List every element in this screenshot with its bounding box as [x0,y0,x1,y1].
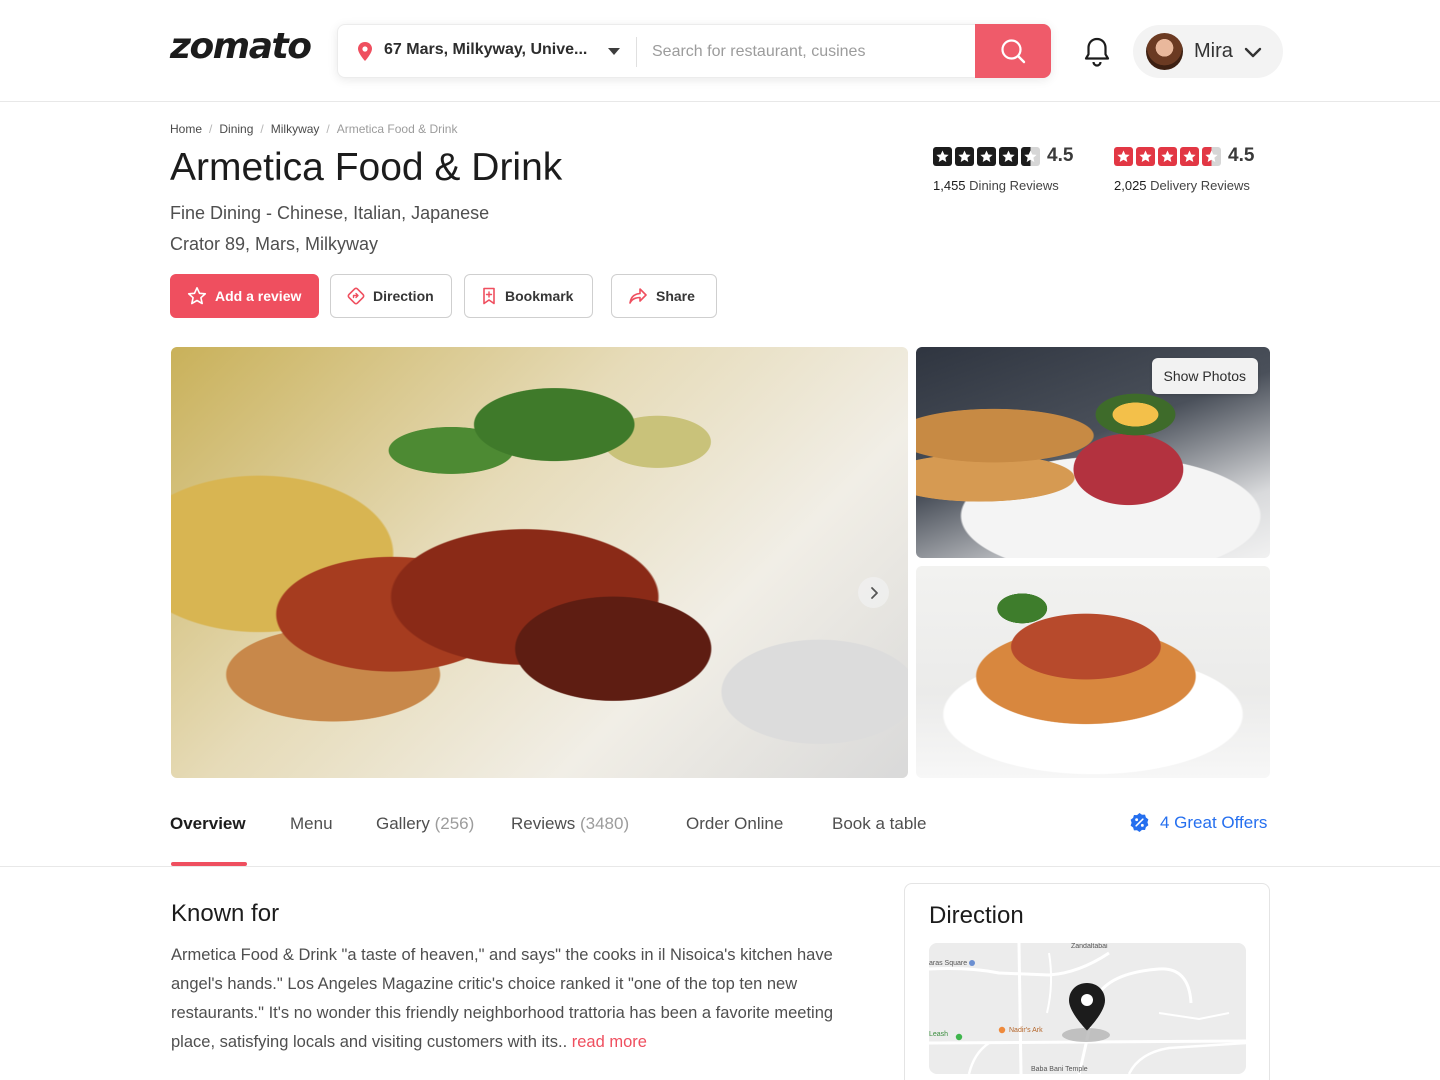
search-input[interactable] [652,39,972,65]
add-review-button[interactable]: Add a review [170,274,319,318]
dining-count: 1,455 [933,178,966,193]
rating-star-icon [1021,146,1040,166]
map-label-leash: Leash [929,1031,949,1038]
offers-label: 4 Great Offers [1160,812,1268,832]
tab-gallery-label: Gallery [376,814,430,833]
breadcrumb-separator: / [326,122,330,136]
rating-star-icon [1114,146,1133,166]
direction-heading: Direction [929,902,1024,929]
delivery-rating[interactable]: 4.5 2,025 Delivery Reviews [1114,145,1254,193]
discount-badge-icon [1130,812,1149,833]
bookmark-button[interactable]: Bookmark [464,274,593,318]
breadcrumb-separator: / [260,122,264,136]
restaurant-name: Armetica Food & Drink [170,146,563,189]
rating-star-icon [977,146,996,166]
gallery-photo-pasta[interactable] [916,566,1270,778]
notification-bell-icon[interactable] [1082,36,1112,68]
user-name: Mira [1194,40,1233,62]
tab-gallery[interactable]: Gallery (256) [376,814,474,834]
zomato-logo[interactable]: zomato [170,26,312,67]
location-map[interactable]: aras Square Leash Nadir's Ark Baba Bani … [929,943,1246,1074]
map-label-temple: Baba Bani Temple [1031,1066,1088,1073]
search-icon [1001,39,1026,64]
rating-star-icon [955,146,974,166]
show-photos-button[interactable]: Show Photos [1151,358,1258,394]
next-photo-button[interactable] [858,577,889,608]
add-review-label: Add a review [215,288,302,304]
rating-star-icon [1180,146,1199,166]
rating-star-icon [999,146,1018,166]
breadcrumb-milkyway[interactable]: Milkyway [271,122,320,136]
map-label-square: aras Square [929,960,968,967]
map-label-ark: Nadir's Ark [1009,1027,1043,1034]
bookmark-icon [483,287,495,305]
direction-icon [347,287,365,305]
dining-rating-value: 4.5 [1047,145,1074,166]
dining-review-count: 1,455 Dining Reviews [933,178,1073,193]
bookmark-label: Bookmark [505,288,574,304]
direction-label: Direction [373,288,434,304]
search-divider [636,37,637,67]
tab-book-table[interactable]: Book a table [832,814,927,834]
delivery-count-label: Delivery Reviews [1150,178,1250,193]
delivery-review-count: 2,025 Delivery Reviews [1114,178,1254,193]
location-pin-icon [358,42,372,61]
dining-stars: 4.5 [933,145,1073,167]
tab-reviews[interactable]: Reviews (3480) [511,814,629,834]
gallery-photo-tartare[interactable]: Show Photos [916,347,1270,558]
active-tab-indicator [171,862,247,866]
location-selector[interactable]: 67 Mars, Milkyway, Unive... [384,41,587,59]
direction-card: Direction aras Square Leash Nadir's Ark … [904,883,1270,1080]
tab-overview[interactable]: Overview [170,814,246,834]
known-for-body: Armetica Food & Drink "a taste of heaven… [171,946,834,1051]
chevron-right-icon [870,586,878,599]
share-button[interactable]: Share [611,274,717,318]
chevron-down-icon [1244,47,1262,58]
breadcrumb-dining[interactable]: Dining [219,122,253,136]
search-bar: 67 Mars, Milkyway, Unive... [337,24,1051,78]
tab-reviews-count: (3480) [579,814,630,833]
top-header: zomato 67 Mars, Milkyway, Unive... Mira [0,0,1440,102]
map-label-top: Zandaltabai [1071,943,1108,950]
direction-button[interactable]: Direction [330,274,452,318]
tab-gallery-count: (256) [434,814,475,833]
dining-rating[interactable]: 4.5 1,455 Dining Reviews [933,145,1073,193]
gallery-main-photo[interactable] [171,347,908,778]
read-more-link[interactable]: read more [572,1033,647,1051]
restaurant-address: Crator 89, Mars, Milkyway [170,234,379,254]
offers-link[interactable]: 4 Great Offers [1129,812,1267,833]
star-outline-icon [187,286,207,305]
rating-star-icon [1136,146,1155,166]
section-tabs: Overview Menu Gallery (256) Reviews (348… [0,812,1440,867]
breadcrumb-separator: / [209,122,213,136]
tab-reviews-label: Reviews [511,814,576,833]
known-for-heading: Known for [171,900,280,927]
breadcrumb: Home / Dining / Milkyway / Armetica Food & Dri… [170,122,457,136]
search-button[interactable] [975,24,1051,78]
delivery-rating-value: 4.5 [1228,145,1255,166]
restaurant-cuisines: Fine Dining - Chinese, Italian, Japanese [170,203,490,223]
share-label: Share [656,288,695,304]
share-icon [629,288,647,304]
tab-order-online[interactable]: Order Online [686,814,783,834]
caret-down-icon[interactable] [608,48,620,55]
rating-star-icon [1202,146,1221,166]
delivery-stars: 4.5 [1114,145,1254,167]
known-for-text: Armetica Food & Drink "a taste of heaven… [171,941,871,1057]
dining-count-label: Dining Reviews [969,178,1059,193]
map-roads [929,943,1246,1074]
delivery-count: 2,025 [1114,178,1147,193]
tab-menu[interactable]: Menu [290,814,333,834]
breadcrumb-current: Armetica Food & Drink [336,122,458,136]
avatar [1146,33,1183,70]
rating-star-icon [933,146,952,166]
user-menu[interactable]: Mira [1133,25,1283,78]
breadcrumb-home[interactable]: Home [170,122,202,136]
rating-star-icon [1158,146,1177,166]
